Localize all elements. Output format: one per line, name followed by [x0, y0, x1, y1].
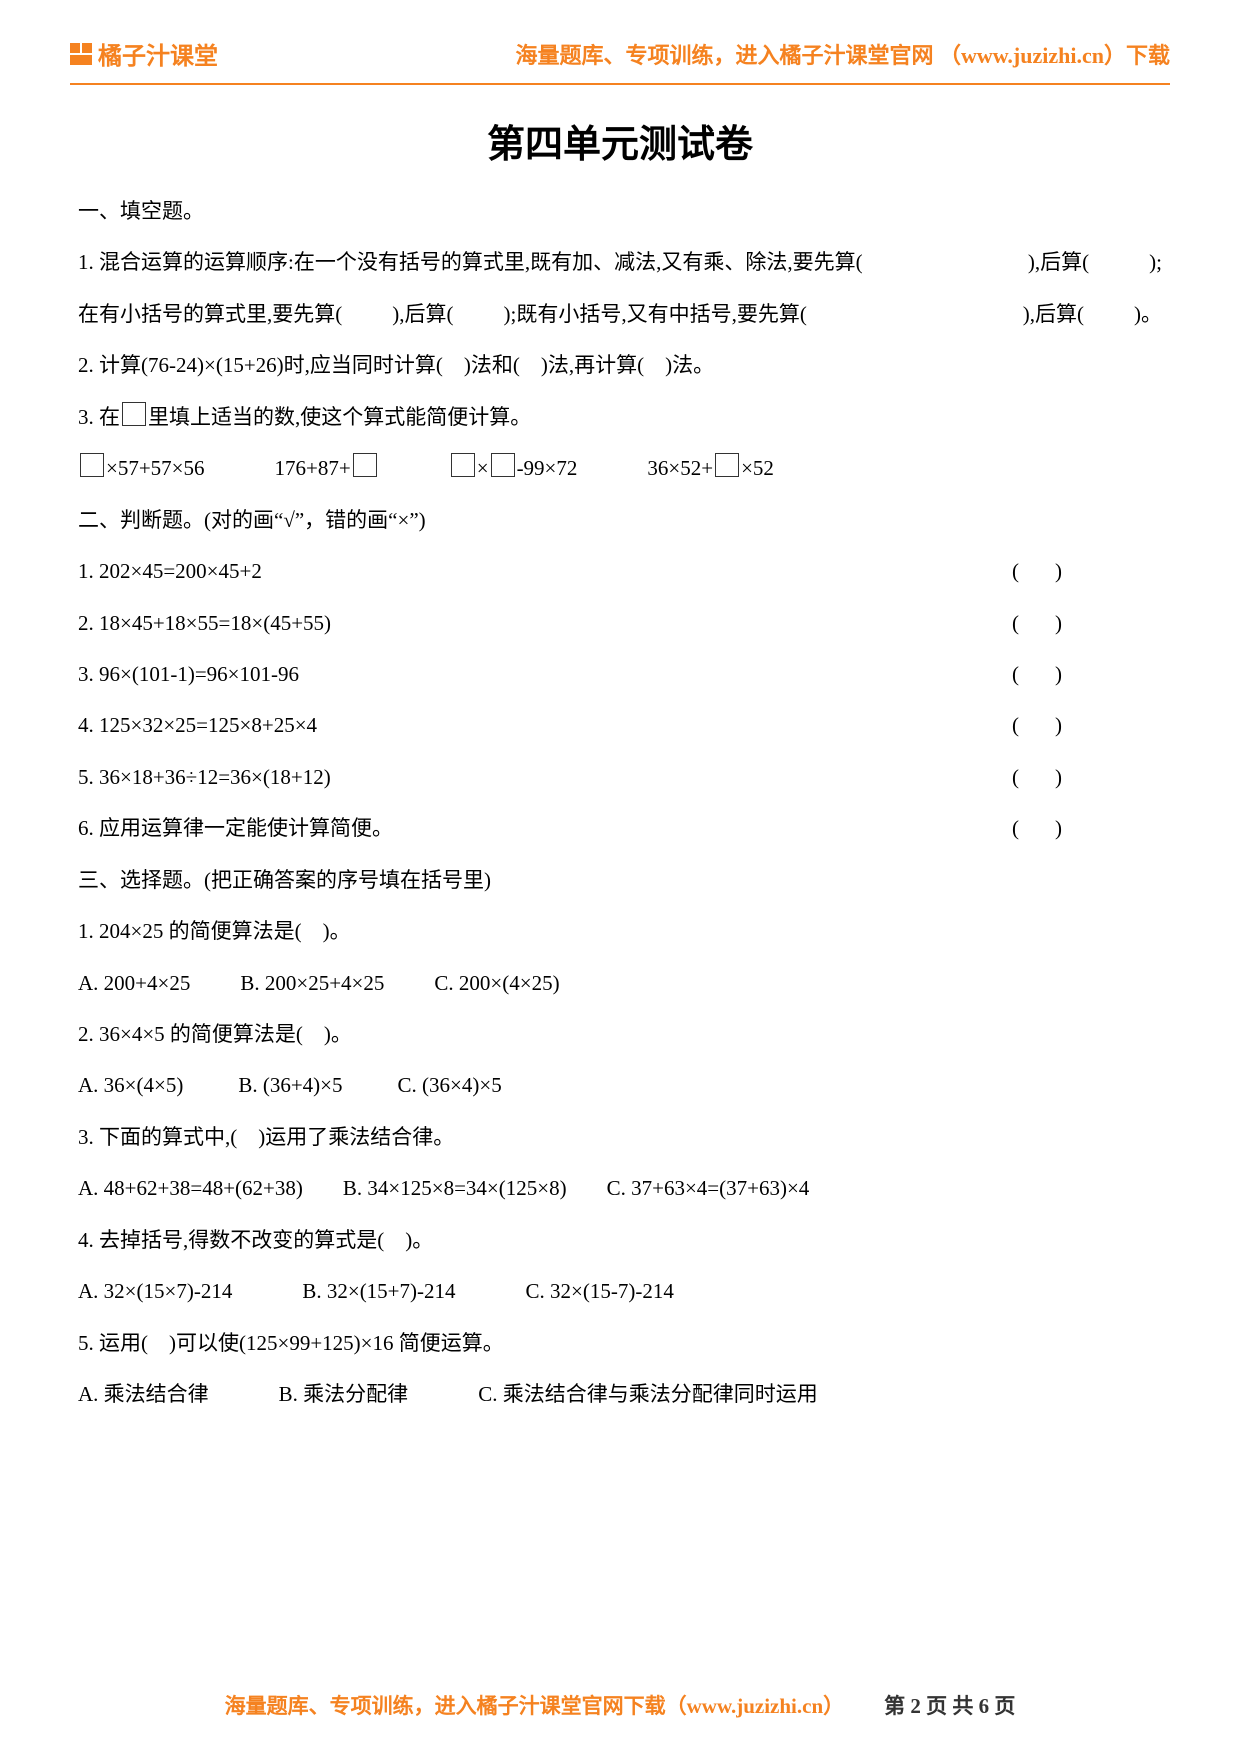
q3-e4: 36×52+ ×52 — [647, 443, 774, 494]
q1-text-h: )。 — [1134, 289, 1162, 340]
q3-intro: 3. 在 — [78, 405, 120, 429]
paren-l: ( — [1012, 816, 1019, 840]
mc-q4-b: B. 32×(15+7)-214 — [302, 1266, 455, 1317]
blank-box-icon — [715, 453, 739, 477]
page-footer: 海量题库、专项训练，进入橘子汁课堂官网下载（www.juzizhi.cn） 第 … — [0, 1690, 1240, 1720]
tf-q5-paren: () — [1012, 752, 1162, 803]
q1-text-d: 在有小括号的算式里,要先算( — [78, 289, 342, 340]
mc-q1-options: A. 200+4×25 B. 200×25+4×25 C. 200×(4×25) — [78, 958, 1162, 1009]
mc-q5-c: C. 乘法结合律与乘法分配律同时运用 — [478, 1369, 818, 1420]
brand: 橘子汁课堂 — [70, 36, 218, 71]
q3-e2: 176+87+ — [275, 443, 379, 494]
mc-q4-options: A. 32×(15×7)-214 B. 32×(15+7)-214 C. 32×… — [78, 1266, 1162, 1317]
paren-l: ( — [1012, 713, 1019, 737]
q3-e1: ×57+57×56 — [78, 443, 205, 494]
mc-q1-b: B. 200×25+4×25 — [240, 958, 384, 1009]
q3-rest: 里填上适当的数,使这个算式能简便计算。 — [148, 405, 531, 429]
tf-q4-text: 4. 125×32×25=125×8+25×4 — [78, 700, 317, 751]
q3-e1-text: ×57+57×56 — [106, 456, 205, 480]
tf-q3-paren: () — [1012, 649, 1162, 700]
paren-r: ) — [1055, 713, 1062, 737]
paren-l: ( — [1012, 611, 1019, 635]
tf-q4-paren: () — [1012, 700, 1162, 751]
blank-box-icon — [451, 453, 475, 477]
tf-q5: 5. 36×18+36÷12=36×(18+12) () — [78, 752, 1162, 803]
q3-intro-line: 3. 在 里填上适当的数,使这个算式能简便计算。 — [78, 392, 1162, 443]
tf-q6-paren: () — [1012, 803, 1162, 854]
header-tagline: 海量题库、专项训练，进入橘子汁课堂官网 （www.juzizhi.cn）下载 — [515, 38, 1170, 70]
blank-box-icon — [122, 402, 146, 426]
q2-line: 2. 计算(76-24)×(15+26)时,应当同时计算( )法和( )法,再计… — [78, 340, 1162, 391]
section2-heading: 二、判断题。(对的画“√”，错的画“×”) — [78, 495, 1162, 546]
paren-l: ( — [1012, 662, 1019, 686]
mc-q1-c: C. 200×(4×25) — [434, 958, 559, 1009]
mc-q1: 1. 204×25 的简便算法是( )。 — [78, 906, 1162, 957]
mc-q4: 4. 去掉括号,得数不改变的算式是( )。 — [78, 1215, 1162, 1266]
tf-q1-text: 1. 202×45=200×45+2 — [78, 546, 262, 597]
mc-q2-b: B. (36+4)×5 — [238, 1060, 342, 1111]
mc-q3-options: A. 48+62+38=48+(62+38) B. 34×125×8=34×(1… — [78, 1163, 1162, 1214]
tf-q1-paren: () — [1012, 546, 1162, 597]
tf-q3: 3. 96×(101-1)=96×101-96 () — [78, 649, 1162, 700]
q1-text-c: ); — [1149, 237, 1162, 288]
tf-q3-text: 3. 96×(101-1)=96×101-96 — [78, 649, 299, 700]
q3-e3-text-b: -99×72 — [517, 456, 578, 480]
paren-r: ) — [1055, 611, 1062, 635]
tf-q6: 6. 应用运算律一定能使计算简便。 () — [78, 803, 1162, 854]
mc-q5-a: A. 乘法结合律 — [78, 1369, 209, 1420]
mc-q4-c: C. 32×(15-7)-214 — [526, 1266, 674, 1317]
q1-text-b: ),后算( — [1028, 237, 1089, 288]
mc-q5: 5. 运用( )可以使(125×99+125)×16 简便运算。 — [78, 1318, 1162, 1369]
tf-q2: 2. 18×45+18×55=18×(45+55) () — [78, 598, 1162, 649]
mc-q2-a: A. 36×(4×5) — [78, 1060, 183, 1111]
paren-r: ) — [1055, 662, 1062, 686]
paren-r: ) — [1055, 559, 1062, 583]
mc-q2: 2. 36×4×5 的简便算法是( )。 — [78, 1009, 1162, 1060]
brand-logo-icon — [70, 43, 92, 65]
mc-q5-options: A. 乘法结合律 B. 乘法分配律 C. 乘法结合律与乘法分配律同时运用 — [78, 1369, 1162, 1420]
mc-q3-c: C. 37+63×4=(37+63)×4 — [607, 1163, 810, 1214]
mc-q2-c: C. (36×4)×5 — [398, 1060, 502, 1111]
tf-q6-text: 6. 应用运算律一定能使计算简便。 — [78, 803, 393, 854]
tf-q2-text: 2. 18×45+18×55=18×(45+55) — [78, 598, 331, 649]
page-title: 第四单元测试卷 — [70, 113, 1170, 168]
q1-text-g: ),后算( — [1023, 289, 1084, 340]
paren-l: ( — [1012, 559, 1019, 583]
paren-r: ) — [1055, 816, 1062, 840]
paren-r: ) — [1055, 765, 1062, 789]
q1-text-f: );既有小括号,又有中括号,要先算( — [504, 289, 807, 340]
page-header: 橘子汁课堂 海量题库、专项训练，进入橘子汁课堂官网 （www.juzizhi.c… — [70, 30, 1170, 85]
q3-e4-text-a: 36×52+ — [647, 456, 713, 480]
tf-q2-paren: () — [1012, 598, 1162, 649]
content: 一、填空题。 1. 混合运算的运算顺序:在一个没有括号的算式里,既有加、减法,又… — [70, 186, 1170, 1421]
q1-text-e: ),后算( — [392, 289, 453, 340]
q3-e3-text-a: × — [477, 456, 489, 480]
mc-q4-a: A. 32×(15×7)-214 — [78, 1266, 232, 1317]
mc-q2-options: A. 36×(4×5) B. (36+4)×5 C. (36×4)×5 — [78, 1060, 1162, 1111]
q1-text-a: 1. 混合运算的运算顺序:在一个没有括号的算式里,既有加、减法,又有乘、除法,要… — [78, 237, 863, 288]
section1-heading: 一、填空题。 — [78, 186, 1162, 237]
q1-line2: 在有小括号的算式里,要先算( ),后算( );既有小括号,又有中括号,要先算( … — [78, 289, 1162, 340]
brand-name: 橘子汁课堂 — [98, 36, 218, 71]
mc-q3-b: B. 34×125×8=34×(125×8) — [343, 1163, 567, 1214]
blank-box-icon — [491, 453, 515, 477]
q3-e4-text-b: ×52 — [741, 456, 774, 480]
q1-line1: 1. 混合运算的运算顺序:在一个没有括号的算式里,既有加、减法,又有乘、除法,要… — [78, 237, 1162, 288]
mc-q3-a: A. 48+62+38=48+(62+38) — [78, 1163, 303, 1214]
q3-expressions: ×57+57×56 176+87+ × -99×72 36×52+ ×52 — [78, 443, 1162, 494]
q3-e2-text: 176+87+ — [275, 456, 351, 480]
blank-box-icon — [353, 453, 377, 477]
tf-q5-text: 5. 36×18+36÷12=36×(18+12) — [78, 752, 331, 803]
mc-q1-a: A. 200+4×25 — [78, 958, 190, 1009]
tf-q1: 1. 202×45=200×45+2 () — [78, 546, 1162, 597]
footer-pager: 第 2 页 共 6 页 — [884, 1690, 1015, 1720]
tf-q4: 4. 125×32×25=125×8+25×4 () — [78, 700, 1162, 751]
footer-link: 海量题库、专项训练，进入橘子汁课堂官网下载（www.juzizhi.cn） — [225, 1690, 845, 1720]
blank-box-icon — [80, 453, 104, 477]
mc-q5-b: B. 乘法分配律 — [279, 1369, 409, 1420]
mc-q3: 3. 下面的算式中,( )运用了乘法结合律。 — [78, 1112, 1162, 1163]
paren-l: ( — [1012, 765, 1019, 789]
section3-heading: 三、选择题。(把正确答案的序号填在括号里) — [78, 855, 1162, 906]
q3-e3: × -99×72 — [449, 443, 578, 494]
